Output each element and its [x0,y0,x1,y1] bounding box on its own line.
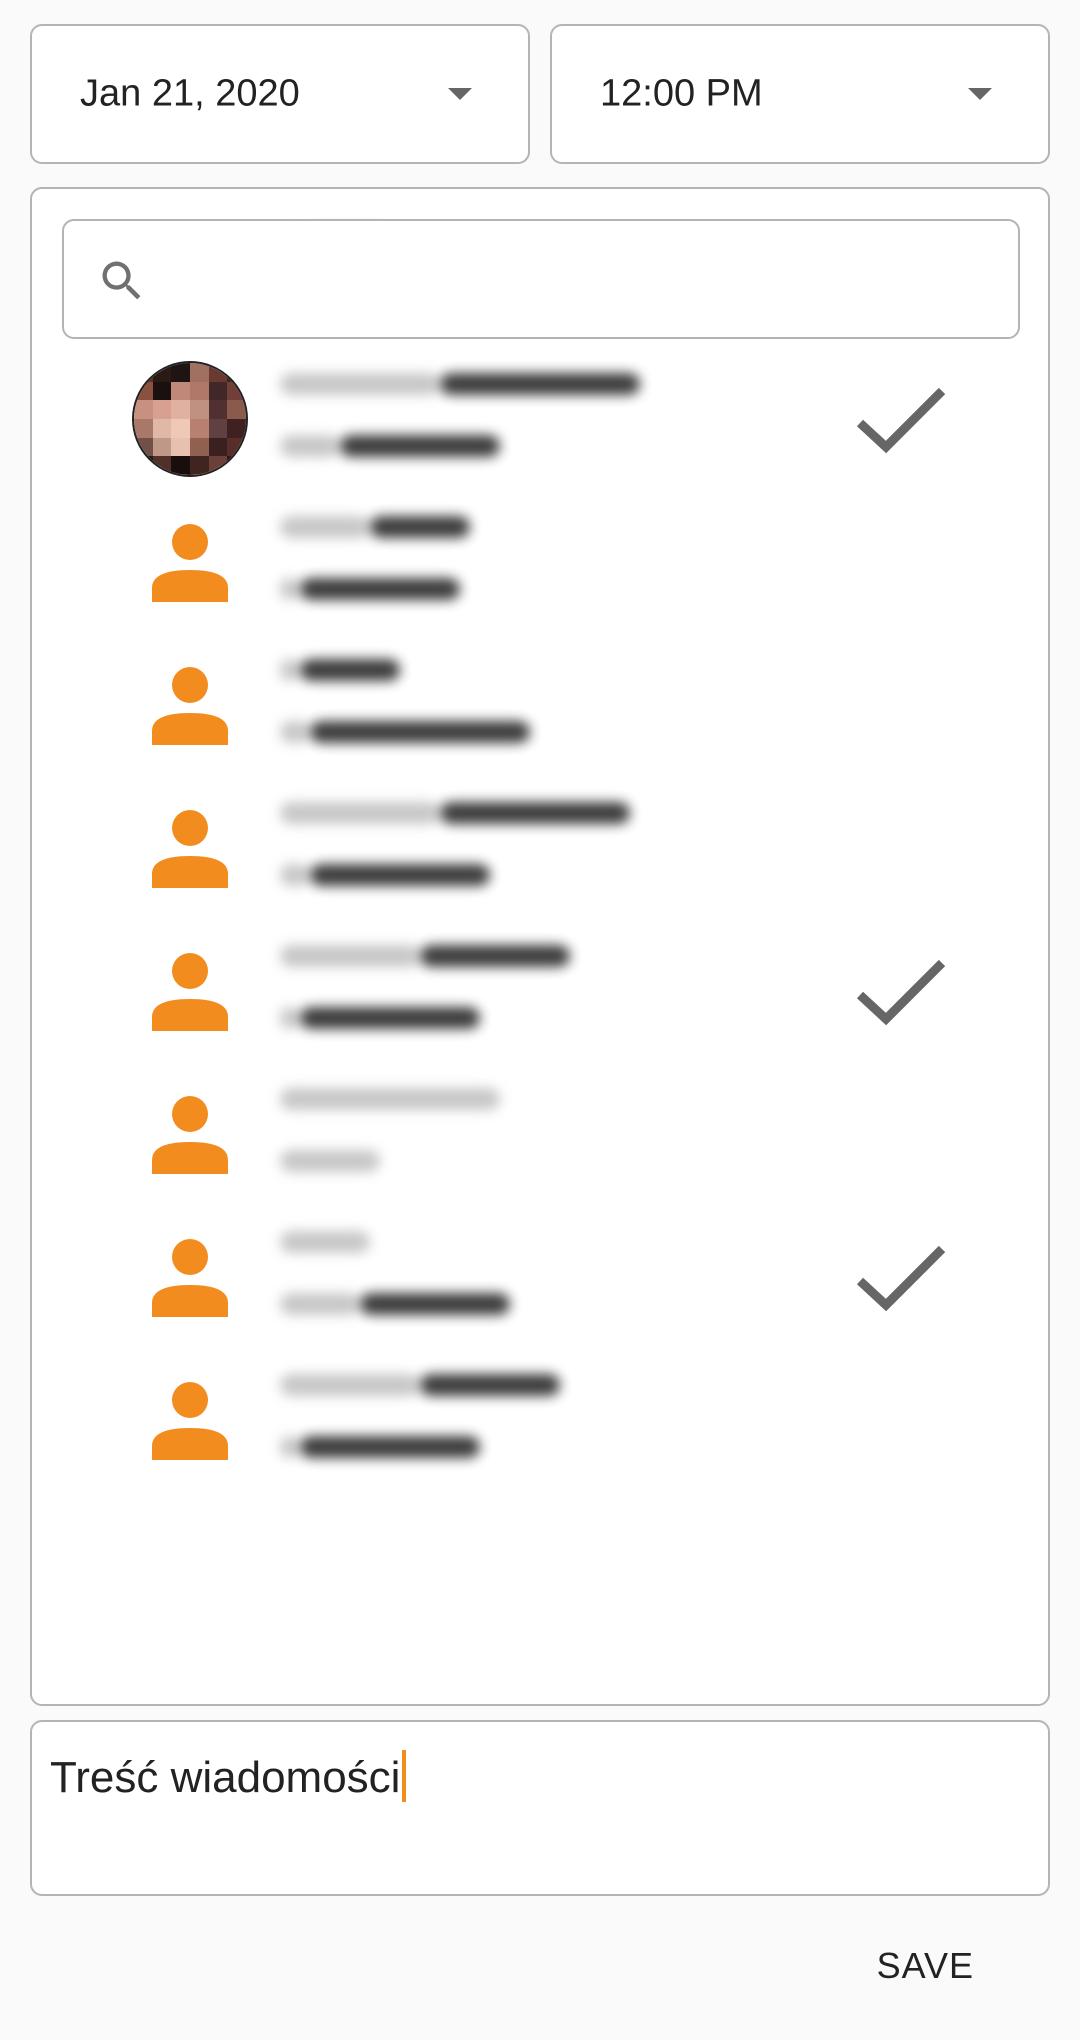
person-icon [152,667,228,745]
person-icon [152,810,228,888]
contact-row[interactable] [32,1348,1048,1491]
contact-number-redacted [340,435,500,457]
text-cursor [402,1750,407,1802]
message-text: Treść wiadomości [50,1750,407,1803]
contact-name-redacted [420,1374,560,1396]
contact-row[interactable] [32,776,1048,919]
person-icon [152,953,228,1031]
contact-number-redacted [310,721,530,743]
contact-row[interactable] [32,1062,1048,1205]
contact-name-redacted [280,516,370,538]
check-icon [856,959,946,1026]
time-picker[interactable]: 12:00 PM [550,24,1050,164]
chevron-down-icon [448,88,472,100]
contact-row[interactable] [32,1205,1048,1348]
contact-name-redacted [280,1374,420,1396]
date-picker[interactable]: Jan 21, 2020 [30,24,530,164]
contact-name-redacted [280,373,440,395]
person-icon [152,1382,228,1460]
contact-number-redacted [280,435,340,457]
person-icon [152,1096,228,1174]
contact-number-redacted [280,1293,360,1315]
contact-number-redacted [280,1436,300,1458]
contact-row[interactable] [32,189,1048,204]
contact-number-redacted [280,721,310,743]
contact-number-redacted [310,864,490,886]
contact-name-redacted [440,373,640,395]
message-value: Treść wiadomości [50,1753,401,1802]
contact-name-redacted [280,1088,500,1110]
contacts-panel [30,187,1050,1706]
contact-number-redacted [360,1293,510,1315]
avatar [132,361,248,477]
message-field[interactable]: Treść wiadomości [30,1720,1050,1896]
contact-number-redacted [280,1150,380,1172]
save-button[interactable]: SAVE [871,1944,980,1988]
contact-number-redacted [280,578,300,600]
contact-number-redacted [300,1007,480,1029]
contact-name-redacted [280,1231,370,1253]
contact-number-redacted [300,578,460,600]
contact-name-redacted [300,659,400,681]
contact-row[interactable] [32,347,1048,490]
contact-name-redacted [370,516,470,538]
chevron-down-icon [968,88,992,100]
check-icon [856,387,946,454]
contact-row[interactable] [32,919,1048,1062]
date-value: Jan 21, 2020 [80,72,300,115]
contact-name-redacted [280,802,440,824]
contact-row[interactable] [32,633,1048,776]
contact-number-redacted [300,1436,480,1458]
person-icon [152,1239,228,1317]
search-field[interactable] [62,219,1020,339]
contact-name-redacted [420,945,570,967]
contact-number-redacted [280,1007,300,1029]
contact-list[interactable] [32,189,1048,1704]
check-icon [856,1245,946,1312]
contact-number-redacted [280,864,310,886]
contact-name-redacted [280,659,300,681]
contact-row[interactable] [32,490,1048,633]
time-value: 12:00 PM [600,72,763,115]
person-icon [152,524,228,602]
contact-name-redacted [280,945,420,967]
contact-name-redacted [440,802,630,824]
search-icon [102,261,141,300]
search-input[interactable] [164,241,988,319]
